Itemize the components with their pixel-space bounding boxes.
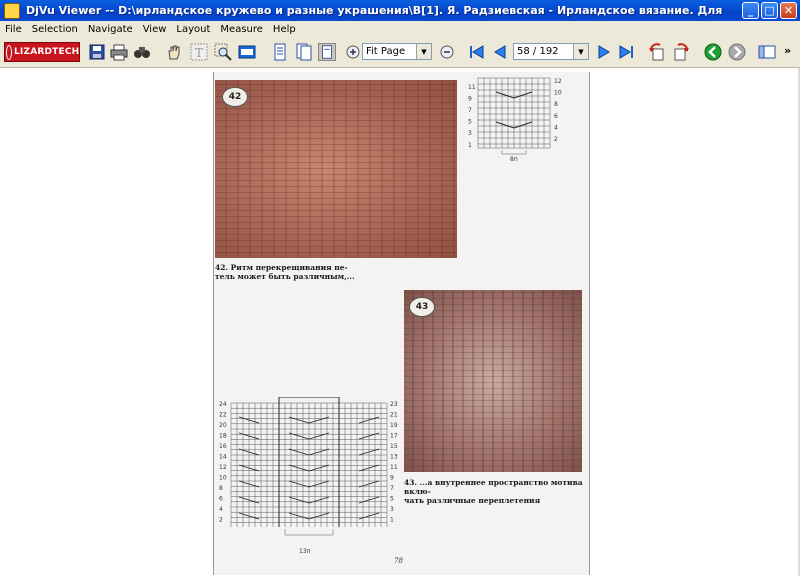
sample-number-badge: 42 [222,87,248,107]
chart-row-number: 11 [468,84,476,91]
chart-row-number: 13 [390,454,398,461]
chart-row-number: 5 [390,496,394,503]
chart-row-number: 9 [468,95,472,102]
zoom-level-value: Fit Page [366,46,406,57]
maximize-button[interactable]: □ [761,2,778,19]
caption-sample-43: 43. ...а внутреннее пространство мотива … [404,478,589,505]
chart-row-number: 8 [554,101,558,108]
chart-row-number: 24 [219,401,227,408]
chart-row-number: 12 [219,464,227,471]
zoom-magnifier-icon[interactable] [214,43,232,61]
window-title: DjVu Viewer -- D:\ирландское кружево и р… [26,4,726,17]
caption-line: 42. Ритм перекрещивания пе- [215,263,348,272]
logo-text: LIZARDTECH [14,47,80,57]
toolbar: LIZARDTECH T Fit Page ▼ 58 / 192 ▼ » [0,37,800,68]
menu-navigate[interactable]: Navigate [83,24,138,35]
chevron-down-icon[interactable]: ▼ [416,44,431,59]
close-button[interactable]: ✕ [780,2,797,19]
chart-row-number: 7 [390,485,394,492]
chart-row-number: 8 [219,485,223,492]
knitting-chart-42: 8п 12 11 10 9 8 7 6 5 4 3 2 1 [468,77,562,163]
zoom-out-icon[interactable] [438,43,456,61]
zoom-level-select[interactable]: Fit Page ▼ [362,43,432,60]
chart-row-number: 9 [390,475,394,482]
chart-row-number: 2 [554,136,558,143]
menu-measure[interactable]: Measure [215,24,268,35]
save-icon[interactable] [88,43,106,61]
chevron-down-icon[interactable]: ▼ [573,44,588,59]
rotate-left-icon[interactable] [648,43,666,61]
chart-row-number: 2 [219,517,223,524]
chart-row-number: 3 [468,130,472,137]
chart-row-number: 10 [219,475,227,482]
menu-layout[interactable]: Layout [171,24,215,35]
chart-row-number: 23 [390,401,398,408]
forward-icon[interactable] [728,43,746,61]
find-binoculars-icon[interactable] [133,43,151,61]
chart-row-number: 11 [390,464,398,471]
chart-row-number: 22 [219,412,227,419]
zoom-in-icon[interactable] [344,43,362,61]
continuous-page-icon[interactable] [295,43,313,61]
print-icon[interactable] [110,43,128,61]
lizardtech-mark-icon [7,45,11,59]
chart-row-number: 5 [468,119,472,126]
knit-sample-photo-43 [404,290,582,472]
chart-row-number: 4 [554,124,558,131]
knitting-chart-43: 13п 242220181614121086422321191715131197… [219,397,398,555]
next-page-icon[interactable] [595,43,613,61]
sample-number-badge: 43 [409,297,435,317]
page-number-value: 58 / 192 [517,46,559,57]
chart-stitch-count: 8п [510,156,518,163]
caption-line: 43. ...а внутреннее пространство мотива … [404,478,583,496]
chart-row-number: 14 [219,454,227,461]
minimize-button[interactable]: _ [742,2,759,19]
caption-line: тель может быть различным,... [215,272,355,281]
document-page[interactable]: 42 42. Ритм перекрещивания пе- тель може… [213,72,590,575]
svg-text:T: T [195,46,203,60]
menu-help[interactable]: Help [268,24,301,35]
chart-row-number: 3 [390,506,394,513]
chart-row-number: 6 [554,113,558,120]
menu-selection[interactable]: Selection [27,24,83,35]
chart-row-number: 4 [219,506,223,513]
thumbnails-panel-icon[interactable] [758,43,776,61]
toolbar-overflow-button[interactable]: » [784,44,791,57]
chart-row-number: 1 [468,142,472,149]
chart-row-number: 20 [219,422,227,429]
chart-row-number: 10 [554,90,562,97]
back-icon[interactable] [704,43,722,61]
caption-sample-42: 42. Ритм перекрещивания пе- тель может б… [215,263,355,281]
single-page-icon[interactable] [271,43,289,61]
menu-file[interactable]: File [0,24,27,35]
chart-row-number: 6 [219,496,223,503]
chart-row-number: 17 [390,433,398,440]
chart-row-number: 21 [390,412,398,419]
previous-page-icon[interactable] [491,43,509,61]
menu-view[interactable]: View [138,24,172,35]
chart-row-number: 19 [390,422,398,429]
chart-row-number: 7 [468,107,472,114]
knit-sample-photo-42 [215,80,457,258]
page-number: 78 [394,557,403,565]
marquee-zoom-icon[interactable] [238,43,256,61]
title-bar: DjVu Viewer -- D:\ирландское кружево и р… [0,0,800,21]
chart-row-number: 12 [554,78,562,85]
djvu-app-icon[interactable] [4,2,20,19]
lizardtech-logo[interactable]: LIZARDTECH [4,42,80,62]
last-page-icon[interactable] [617,43,635,61]
caption-line: чать различные переплетения [404,496,541,505]
chart-row-number: 18 [219,433,227,440]
hand-pan-icon[interactable] [165,43,183,61]
menu-bar: File Selection Navigate View Layout Meas… [0,21,800,37]
page-number-select[interactable]: 58 / 192 ▼ [513,43,589,60]
first-page-icon[interactable] [468,43,486,61]
facing-pages-icon[interactable] [318,43,336,61]
chart-row-number: 1 [390,517,394,524]
chart-row-number: 15 [390,443,398,450]
rotate-right-icon[interactable] [672,43,690,61]
text-select-icon[interactable]: T [190,43,208,61]
chart-stitch-count: 13п [299,548,311,555]
chart-row-number: 16 [219,443,227,450]
